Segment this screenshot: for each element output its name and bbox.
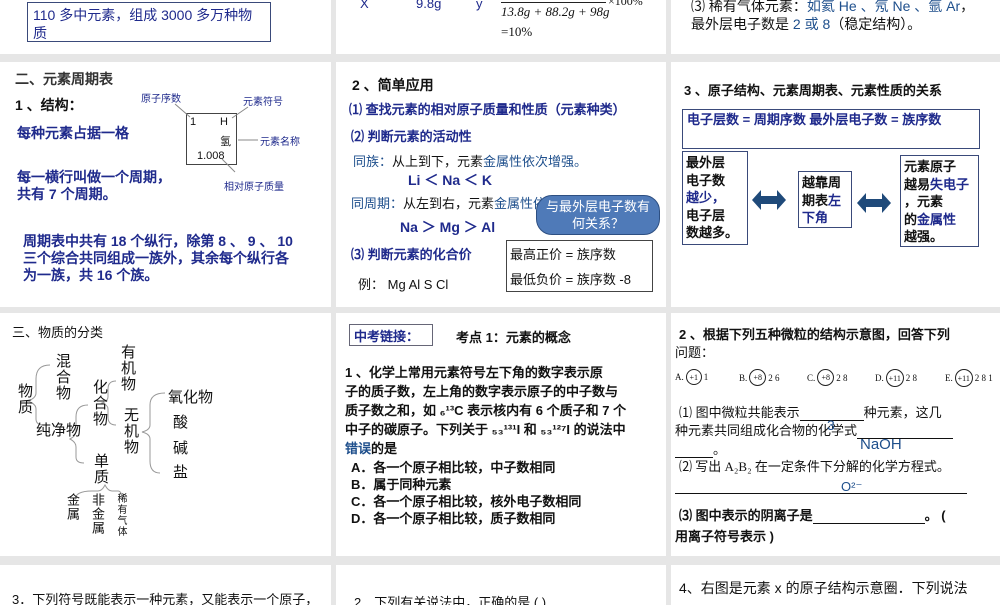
slide-thumbnail-7[interactable]: 三、物质的分类 物质 混合物 纯净物 化合物 有机物 无机物 氧化物 酸 碱 盐… xyxy=(0,313,331,556)
node-compound: 化合物 xyxy=(91,379,108,427)
slide-thumbnail-4[interactable]: 二、元素周期表 1 、结构： 每种元素占据一格 每一横行叫做一个周期， 共有 7… xyxy=(0,62,331,307)
option-d: D．各一个原子相比较，质子数相同 xyxy=(351,511,556,526)
question-line: 子的质子数，左上角的数字表示原子的中子数与 xyxy=(345,384,619,399)
var-x: X xyxy=(360,0,369,11)
exam-link-tag: 中考链接： xyxy=(349,324,433,346)
slide-thumbnail-12[interactable]: 4、右图是元素 x 的原子结构示意圈．下列说法 xyxy=(671,565,1000,605)
question-title: 2 、根据下列五种微粒的结构示意图，回答下列 xyxy=(679,327,950,342)
node-substance: 物质 xyxy=(16,383,33,415)
question-text: 3．下列符号既能表示一种元素，又能表示一个原子， xyxy=(12,592,319,605)
node-simple: 单质 xyxy=(92,453,109,485)
node-inorganic: 无机物 xyxy=(122,407,139,455)
question-line: 错误的是 xyxy=(345,441,398,456)
label-symbol: 元素符号 xyxy=(243,97,283,108)
item-1: ⑴ 查找元素的相对原子质量和性质（元素种类） xyxy=(349,102,626,117)
particle-d: D. +11 2 8 xyxy=(875,369,917,387)
relation-box-middle: 越靠周 期表左 下角 xyxy=(798,171,852,228)
relation-box-left: 最外层 电子数 越少， 电子层 数越多。 xyxy=(682,151,748,245)
exam-topic: 考点 1：元素的概念 xyxy=(456,330,571,345)
particle-e: E. +11 2 8 1 xyxy=(945,369,993,387)
node-organic: 有机物 xyxy=(119,344,136,392)
slide-thumbnail-9[interactable]: 2 、根据下列五种微粒的结构示意图，回答下列 问题： A. +1 1 B. +8 2 6… xyxy=(671,313,1000,556)
question-text: 4、右图是元素 x 的原子结构示意圈．下列说法 xyxy=(679,580,968,596)
slide-title: 2 、简单应用 xyxy=(352,77,434,93)
node-acid: 酸 xyxy=(173,414,189,431)
noble-gas-line2: 最外层电子数是 2 或 8（稳定结构）。 xyxy=(691,16,922,32)
particle-a: A. +1 1 xyxy=(675,369,708,385)
subquestion-2: ⑵ 写出 A₂B₂ 在一定条件下分解的化学方程式。 xyxy=(679,459,950,474)
question-line: 质子数之和，如 ₆¹³C 表示核内有 6 个质子和 7 个 xyxy=(345,403,627,418)
node-salt: 盐 xyxy=(173,464,189,481)
question-line: 中子的碳原子。下列关于 ₅₃¹³¹I 和 ₅₃¹²⁷I 的说法中 xyxy=(345,422,626,437)
particle-c: C. +8 2 8 xyxy=(807,369,848,386)
slide-thumbnail-11[interactable]: 2．下列有关说法中，正确的是 ( ) xyxy=(336,565,666,605)
result: =10% xyxy=(501,24,533,39)
node-noble-gas: 稀有气体 xyxy=(115,493,126,537)
slide-thumbnail-3[interactable]: ⑶ 稀有气体元素：如氦 He 、氖 Ne 、氩 Ar， 最外层电子数是 2 或 … xyxy=(671,0,1000,54)
percent-factor: ×100% xyxy=(608,0,643,8)
question-line: 1 、化学上常用元素符号左下角的数字表示原 xyxy=(345,365,603,380)
label-atomic-number: 原子序数 xyxy=(141,94,181,105)
question-text: 2．下列有关说法中，正确的是 ( ) xyxy=(354,595,547,605)
relation-box-right: 元素原子 越易失电子 ，元素 的金属性 越强。 xyxy=(900,155,979,247)
var-y: y xyxy=(476,0,483,11)
double-arrow-icon xyxy=(857,193,891,213)
answer-3: O²⁻ xyxy=(841,479,863,494)
valence-rule-box: 最高正价 = 族序数 最低负价 = 族序数 -8 xyxy=(506,240,653,292)
item-2: ⑵ 判断元素的活动性 xyxy=(351,129,472,144)
subquestion-3: ⑶ 图中表示的阴离子是 。 ( xyxy=(679,508,946,524)
slide-thumbnail-5[interactable]: 2 、简单应用 ⑴ 查找元素的相对原子质量和性质（元素种类） ⑵ 判断元素的活动… xyxy=(336,62,666,307)
callout-bubble: 与最外层电子数有何关系？ xyxy=(536,195,660,235)
node-base: 碱 xyxy=(173,440,189,457)
particle-b: B. +8 2 6 xyxy=(739,369,780,386)
example: 例： Mg Al S Cl xyxy=(358,277,449,292)
slide-title: 3 、原子结构、元素周期表、元素性质的关系 xyxy=(684,83,942,98)
answer-line xyxy=(675,493,967,494)
mass-value: 9.8g xyxy=(416,0,442,11)
slide-thumbnail-8[interactable]: 中考链接： 考点 1：元素的概念 1 、化学上常用元素符号左下角的数字表示原 子… xyxy=(336,313,666,556)
answer-2: NaOH xyxy=(860,436,902,453)
group-example: Li ＜ Na ＜ K xyxy=(408,172,493,188)
slide-thumbnail-10[interactable]: 3．下列符号既能表示一种元素，又能表示一个原子， xyxy=(0,565,331,605)
node-nonmetal: 非金属 xyxy=(90,493,105,535)
subquestion-1: ⑴ 图中微粒共能表示 种元素，这几 xyxy=(679,405,942,421)
node-oxide: 氧化物 xyxy=(168,389,214,406)
question-title-2: 问题： xyxy=(675,345,715,360)
relation-box-top: 电子层数 = 周期序数 最外层电子数 = 族序数 xyxy=(682,109,980,149)
node-mixture: 混合物 xyxy=(54,353,71,401)
label-name: 元素名称 xyxy=(260,137,300,148)
subquestion-3b: 用离子符号表示 ) xyxy=(675,529,774,544)
label-mass: 相对原子质量 xyxy=(224,182,284,193)
text-box: 110 多中元素，组成 3000 多万种物质 xyxy=(27,2,271,42)
slide-thumbnail-1[interactable]: 110 多中元素，组成 3000 多万种物质 xyxy=(0,0,331,54)
node-metal: 金属 xyxy=(65,493,80,521)
subquestion-1b: 种元素共同组成化合物的化学式 xyxy=(675,420,954,439)
fraction-bar xyxy=(501,2,606,3)
node-pure-1: 纯净物 xyxy=(36,422,82,439)
slide-thumbnail-2[interactable]: X 9.8g y 13.8g + 88.2g + 98g ×100% =10% xyxy=(336,0,666,54)
fraction-denominator: 13.8g + 88.2g + 98g xyxy=(501,4,610,19)
answer-1: 3 xyxy=(827,417,835,433)
slide-thumbnail-6[interactable]: 3 、原子结构、元素周期表、元素性质的关系 电子层数 = 周期序数 最外层电子数… xyxy=(671,62,1000,307)
period-example: Na ＞ Mg ＞ Al xyxy=(400,219,496,235)
same-group: 同族：从上到下，元素金属性依次增强。 xyxy=(353,154,588,169)
item-3: ⑶ 判断元素的化合价 xyxy=(351,247,472,262)
double-arrow-icon xyxy=(752,190,786,210)
